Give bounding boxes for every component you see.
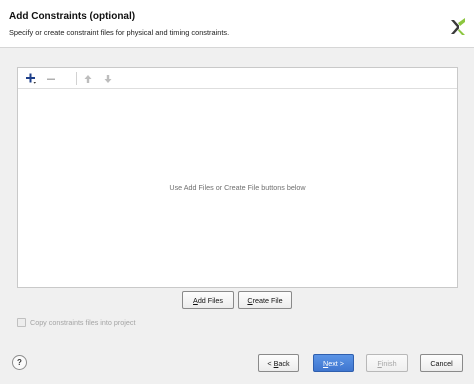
cancel-button[interactable]: Cancel <box>420 354 463 372</box>
back-button[interactable]: < Back <box>258 354 299 372</box>
move-up-button[interactable] <box>79 70 96 87</box>
arrow-up-icon <box>84 74 91 83</box>
remove-file-button[interactable] <box>42 70 59 87</box>
next-button[interactable]: Next > <box>313 354 354 372</box>
xilinx-logo-icon <box>451 18 465 35</box>
copy-constraints-label: Copy constraints files into project <box>30 318 136 327</box>
constraint-files-panel: Use Add Files or Create File buttons bel… <box>17 67 458 288</box>
toolbar-separator <box>76 72 77 85</box>
wizard-header: Add Constraints (optional) Specify or cr… <box>0 0 474 48</box>
file-list-toolbar <box>18 68 457 89</box>
next-label-rest: ext > <box>328 358 344 368</box>
create-file-label-rest: reate File <box>252 295 283 305</box>
back-label-rest: ack <box>278 358 290 368</box>
create-file-button[interactable]: Create File <box>238 291 292 309</box>
finish-label-rest: inish <box>381 358 397 368</box>
help-button[interactable]: ? <box>12 355 27 370</box>
page-title: Add Constraints (optional) <box>9 11 136 22</box>
minus-icon <box>46 78 55 80</box>
back-label-prefix: < <box>267 358 272 368</box>
empty-list-message: Use Add Files or Create File buttons bel… <box>169 183 306 192</box>
move-down-button[interactable] <box>99 70 116 87</box>
add-file-button[interactable] <box>22 70 39 87</box>
plus-icon <box>26 73 36 84</box>
arrow-down-icon <box>104 74 111 83</box>
copy-constraints-option[interactable]: Copy constraints files into project <box>17 317 135 328</box>
add-files-button[interactable]: Add Files <box>182 291 234 309</box>
add-files-label-rest: dd Files <box>197 295 223 305</box>
copy-constraints-checkbox[interactable] <box>17 318 26 327</box>
finish-button[interactable]: Finish <box>366 354 408 372</box>
page-subtitle: Specify or create constraint files for p… <box>9 28 230 37</box>
